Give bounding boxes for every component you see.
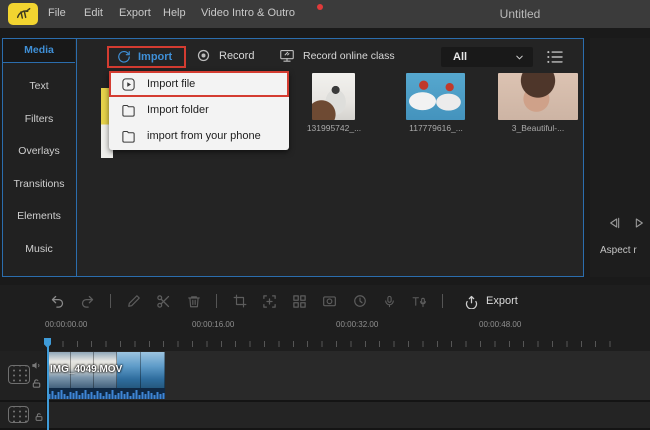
folder-phone-icon xyxy=(122,130,135,143)
scissors-cut-icon[interactable] xyxy=(156,294,171,309)
notification-dot xyxy=(317,4,323,10)
track-2-header xyxy=(0,402,47,428)
record-button-label: Record xyxy=(219,49,255,62)
list-view-button[interactable] xyxy=(546,50,564,64)
track-lock-toggle-icon[interactable] xyxy=(31,378,42,389)
project-title: Untitled xyxy=(499,7,541,21)
bee-icon xyxy=(16,7,31,19)
menu-export[interactable]: Export xyxy=(119,7,151,19)
export-button[interactable]: Export xyxy=(464,294,518,309)
sidebar-tab-media[interactable]: Media xyxy=(3,39,75,63)
timeline-ruler-ticks[interactable] xyxy=(48,341,623,347)
playhead-line[interactable] xyxy=(47,341,49,430)
media-filter-dropdown[interactable]: All xyxy=(441,47,533,67)
screen-record-icon xyxy=(280,49,294,62)
play-icon[interactable] xyxy=(631,215,647,231)
import-button[interactable]: Import xyxy=(107,46,186,68)
toolbar-divider xyxy=(442,294,443,308)
ruler-label-32: 00:00:32.00 xyxy=(336,320,379,329)
media-thumbnail-3[interactable] xyxy=(498,73,578,120)
edit-pencil-icon[interactable] xyxy=(126,294,141,309)
playback-controls xyxy=(606,215,647,231)
duration-clock-icon[interactable] xyxy=(352,294,367,309)
chevron-down-icon xyxy=(516,55,523,59)
aspect-ratio-label: Aspect r xyxy=(600,245,637,256)
track-1-header xyxy=(0,351,47,400)
text-to-speech-icon[interactable] xyxy=(412,294,427,309)
export-button-label: Export xyxy=(486,295,518,307)
video-track-2[interactable] xyxy=(0,402,650,428)
media-item-name-1: 131995742_... xyxy=(306,123,362,133)
split-grid-icon[interactable] xyxy=(292,294,307,309)
record-button[interactable]: Record xyxy=(196,48,254,63)
import-button-label: Import xyxy=(138,51,173,63)
snapshot-icon[interactable] xyxy=(322,294,337,309)
video-track-icon xyxy=(8,406,29,423)
media-thumbnail-1[interactable] xyxy=(312,73,355,120)
menu-item-import-folder-label: Import folder xyxy=(147,104,209,116)
ruler-label-48: 00:00:48.00 xyxy=(479,320,522,329)
microphone-voiceover-icon[interactable] xyxy=(382,294,397,309)
sidebar-tab-overlays[interactable]: Overlays xyxy=(3,142,75,160)
sidebar: Media Text Filters Overlays Transitions … xyxy=(3,39,77,276)
ruler-label-0: 00:00:00.00 xyxy=(45,320,88,329)
video-track-icon xyxy=(8,365,30,384)
menu-file[interactable]: File xyxy=(48,7,66,19)
import-file-icon xyxy=(122,77,135,91)
sidebar-tab-music[interactable]: Music xyxy=(3,240,75,258)
menu-item-import-file[interactable]: Import file xyxy=(109,71,289,97)
record-online-class-label: Record online class xyxy=(303,49,395,62)
import-icon xyxy=(118,51,130,63)
zoom-region-icon[interactable] xyxy=(262,294,277,309)
trash-delete-icon[interactable] xyxy=(186,294,201,309)
toolbar-divider xyxy=(216,294,217,308)
record-online-class-button[interactable]: Record online class xyxy=(279,48,395,63)
menu-item-import-from-phone[interactable]: import from your phone xyxy=(109,123,289,149)
clip-frame xyxy=(141,352,165,388)
track-lock-toggle-icon[interactable] xyxy=(34,412,44,422)
clip-audio-waveform xyxy=(48,388,165,399)
import-dropdown-menu: Import file Import folder import from yo… xyxy=(109,71,289,150)
preview-panel xyxy=(590,38,650,277)
menu-help[interactable]: Help xyxy=(163,7,186,19)
menu-item-import-file-label: Import file xyxy=(147,78,196,90)
media-item-name-2: 117779616_... xyxy=(409,123,463,133)
speaker-mute-toggle-icon[interactable] xyxy=(31,360,42,371)
list-view-icon xyxy=(547,51,563,63)
menu-item-import-from-phone-label: import from your phone xyxy=(147,130,261,142)
redo-icon[interactable] xyxy=(80,294,95,309)
record-icon xyxy=(197,49,210,62)
sidebar-tab-filters[interactable]: Filters xyxy=(3,110,75,128)
previous-frame-icon[interactable] xyxy=(606,215,622,231)
sidebar-tab-transitions[interactable]: Transitions xyxy=(3,175,75,193)
ruler-label-16: 00:00:16.00 xyxy=(192,320,235,329)
timeline-toolbar: Export xyxy=(50,289,518,313)
media-thumbnail-2[interactable] xyxy=(406,73,465,120)
sidebar-tab-elements[interactable]: Elements xyxy=(3,207,75,225)
media-filter-value: All xyxy=(453,51,468,63)
media-library-panel: Media Text Filters Overlays Transitions … xyxy=(2,38,584,277)
menu-edit[interactable]: Edit xyxy=(84,7,103,19)
clip-name-label: IMG_4049.MOV xyxy=(50,364,123,375)
folder-icon xyxy=(122,104,135,117)
sidebar-tab-text[interactable]: Text xyxy=(3,77,75,95)
toolbar-divider xyxy=(110,294,111,308)
undo-icon[interactable] xyxy=(50,294,65,309)
timeline-clip[interactable]: IMG_4049.MOV xyxy=(48,352,165,399)
media-item-name-3: 3_Beautiful-... xyxy=(511,123,565,133)
menu-item-import-folder[interactable]: Import folder xyxy=(109,97,289,123)
beecut-app-window: { "window": { "title": "Untitled" }, "me… xyxy=(0,0,650,430)
menu-video-intro-outro[interactable]: Video Intro & Outro xyxy=(201,7,295,19)
top-menu-bar: File Edit Export Help Video Intro & Outr… xyxy=(0,0,650,29)
crop-icon[interactable] xyxy=(232,294,247,309)
beecut-logo[interactable] xyxy=(8,3,38,25)
